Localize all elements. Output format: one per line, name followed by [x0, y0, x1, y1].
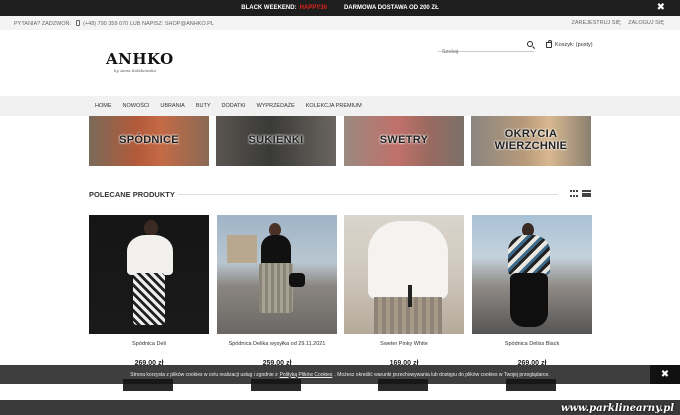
search-icon[interactable] — [527, 41, 533, 47]
product-name[interactable]: Spódnica Deli — [89, 341, 209, 347]
contact-bar: PYTANIA? ZADZWOŃ: (+48) 790 359 070 LUB … — [0, 16, 680, 30]
category-label: SUKIENKI — [248, 134, 304, 146]
main-nav: HOME NOWOŚCI UBRANIA BUTY DODATKI WYPRZE… — [0, 96, 680, 116]
nav-item-nowosci[interactable]: NOWOŚCI — [123, 103, 150, 109]
nav-item-wyprzedaze[interactable]: WYPRZEDAŻE — [257, 103, 295, 109]
category-label: OKRYCIA WIERZCHNIE — [494, 128, 568, 152]
product-photo[interactable] — [217, 215, 337, 334]
logo-signature: by Anna Kołakowska — [114, 68, 156, 73]
product-name[interactable]: Spódnica Delika wysyłka od 29.11.2021 — [217, 341, 337, 347]
promo-code: HAPPY30 — [299, 5, 327, 11]
category-tile-spodnice[interactable]: SPÓDNICE — [89, 116, 209, 166]
shopping-bag-icon — [546, 40, 552, 48]
logo-wordmark: ANHKO — [106, 50, 174, 68]
contact-phone-email[interactable]: (+48) 790 359 070 LUB NAPISZ: SHOP@ANHKO… — [83, 21, 214, 27]
promo-bar: BLACK WEEKEND: HAPPY30 DARMOWA DOSTAWA O… — [0, 0, 680, 16]
nav-item-ubrania[interactable]: UBRANIA — [160, 103, 184, 109]
close-cookie-icon[interactable]: ✖ — [650, 365, 680, 384]
account-links: ZAREJESTRUJ SIĘ ZALOGUJ SIĘ — [566, 20, 665, 26]
cookie-banner: Strona korzysta z plików cookies w celu … — [0, 365, 680, 384]
nav-item-dodatki[interactable]: DODATKI — [222, 103, 246, 109]
cart-label: Koszyk: (pusty) — [555, 42, 593, 48]
search-input[interactable] — [442, 49, 522, 55]
cookie-text-after: . Możesz określić warunki przechowywania… — [334, 371, 550, 378]
product-card[interactable]: Spódnica Deliss Black 269,00 zł — [472, 215, 592, 391]
list-view-icon[interactable] — [582, 190, 591, 197]
contact-question: PYTANIA? ZADZWOŃ: — [14, 21, 72, 27]
cookie-policy-link[interactable]: Polityką Plików Cookies — [280, 372, 333, 378]
watermark: www.parklinearny.pl — [560, 403, 674, 414]
close-promo-icon[interactable]: ✖ — [657, 2, 665, 13]
product-card[interactable]: Sweter Pinky White 169,00 zł — [344, 215, 464, 391]
cart-link[interactable]: Koszyk: (pusty) — [546, 40, 593, 48]
site-header: ANHKO by Anna Kołakowska Koszyk: (pusty) — [0, 30, 680, 96]
promo-label: BLACK WEEKEND: — [241, 5, 297, 11]
search-box — [438, 40, 534, 55]
product-photo[interactable] — [89, 215, 209, 334]
register-link[interactable]: ZAREJESTRUJ SIĘ — [572, 20, 621, 26]
product-card[interactable]: Spódnica Delika wysyłka od 29.11.2021 25… — [217, 215, 337, 391]
section-divider — [178, 194, 558, 195]
product-photo[interactable] — [472, 215, 592, 334]
login-link[interactable]: ZALOGUJ SIĘ — [628, 20, 664, 26]
cookie-text-before: Strona korzysta z plików cookies w celu … — [130, 371, 278, 378]
category-label: SWETRY — [379, 134, 429, 146]
grid-view-icon[interactable] — [570, 190, 578, 197]
category-label: SPÓDNICE — [119, 134, 179, 146]
category-tile-swetry[interactable]: SWETRY — [344, 116, 464, 166]
contact-info: PYTANIA? ZADZWOŃ: (+48) 790 359 070 LUB … — [14, 20, 214, 27]
product-card[interactable]: Spódnica Deli 269,00 zł — [89, 215, 209, 391]
category-tile-okrycia-wierzchnie[interactable]: OKRYCIA WIERZCHNIE — [471, 116, 591, 166]
nav-item-buty[interactable]: BUTY — [196, 103, 211, 109]
category-tile-sukienki[interactable]: SUKIENKI — [216, 116, 336, 166]
site-logo[interactable]: ANHKO by Anna Kołakowska — [106, 50, 174, 73]
section-title: POLECANE PRODUKTY — [89, 190, 175, 199]
category-tiles: SPÓDNICE SUKIENKI SWETRY OKRYCIA WIERZCH… — [89, 116, 591, 166]
nav-item-kolekcja-premium[interactable]: KOLEKCJA PREMIUM — [306, 103, 362, 109]
product-name[interactable]: Spódnica Deliss Black — [472, 341, 592, 347]
product-name[interactable]: Sweter Pinky White — [344, 341, 464, 347]
product-photo[interactable] — [344, 215, 464, 334]
phone-icon — [75, 20, 80, 26]
free-shipping-text: DARMOWA DOSTAWA OD 200 ZŁ — [343, 5, 439, 11]
nav-item-home[interactable]: HOME — [95, 103, 112, 109]
